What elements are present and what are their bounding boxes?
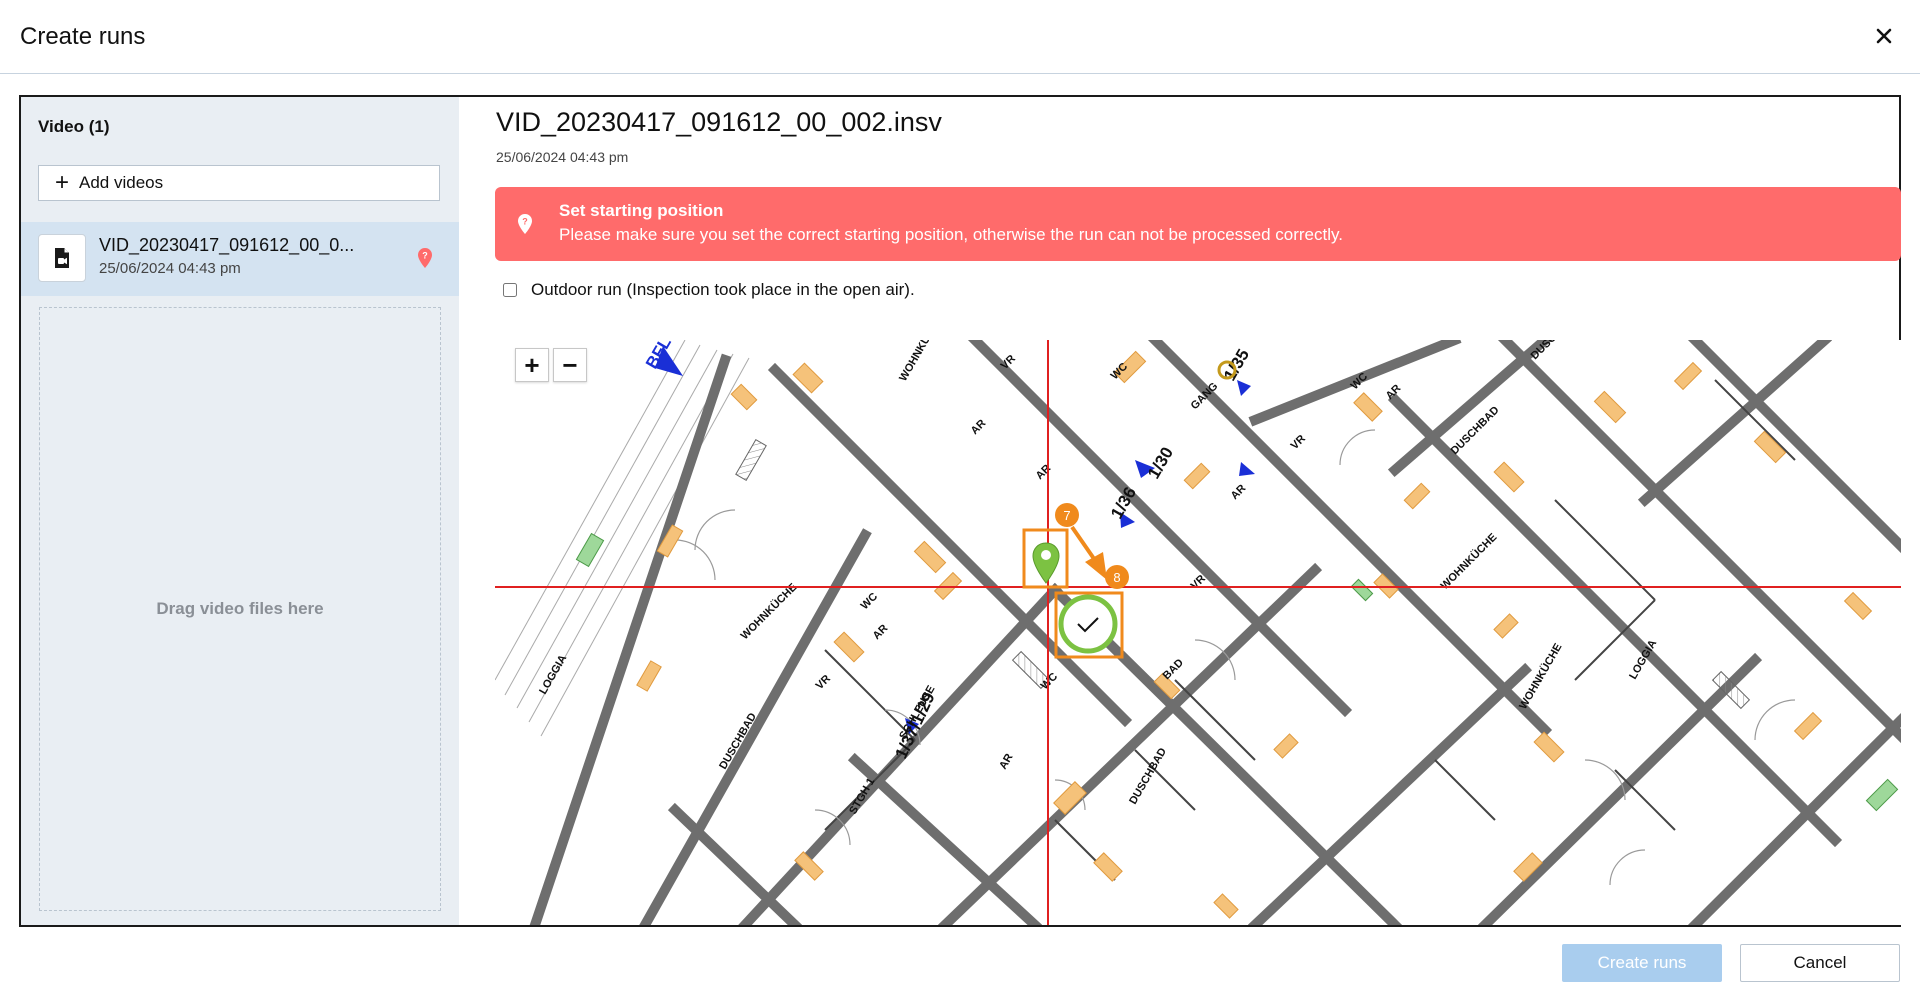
create-runs-button[interactable]: Create runs: [1562, 944, 1722, 982]
plus-icon: +: [55, 169, 70, 196]
dialog-title: Create runs: [20, 23, 146, 50]
dialog-header: Create runs: [0, 0, 1920, 74]
close-icon: [1876, 28, 1892, 44]
outdoor-run-option[interactable]: Outdoor run (Inspection took place in th…: [503, 280, 915, 300]
video-list-item[interactable]: VID_20230417_091612_00_0... 25/06/2024 0…: [21, 222, 459, 296]
add-videos-label: Add videos: [79, 173, 164, 192]
map-pin-warning-icon: ?: [417, 247, 433, 274]
file-date: 25/06/2024 04:43 pm: [496, 149, 629, 165]
starting-position-banner: ? Set starting position Please make sure…: [495, 187, 1901, 261]
close-button[interactable]: [1870, 22, 1898, 50]
video-name: VID_20230417_091612_00_0...: [99, 235, 355, 255]
video-date: 25/06/2024 04:43 pm: [99, 260, 241, 277]
file-title: VID_20230417_091612_00_002.insv: [496, 107, 942, 137]
zoom-out-button[interactable]: −: [553, 348, 587, 382]
confirm-position-button[interactable]: [1058, 594, 1120, 655]
banner-text: Please make sure you set the correct sta…: [559, 225, 1343, 244]
svg-text:?: ?: [422, 251, 428, 261]
map-pin-icon: ?: [517, 213, 533, 240]
zoom-in-button[interactable]: +: [515, 348, 549, 382]
step-badge-8: 8: [1105, 565, 1129, 589]
video-file-icon: [38, 234, 86, 282]
video-list-title: Video (1): [38, 117, 110, 136]
step-badge-7: 7: [1055, 503, 1079, 527]
floor-plan: WOHNKÜCHE WC AR VR WOHNKÜCHE AR VR WC GA…: [495, 340, 1901, 925]
svg-text:?: ?: [522, 217, 528, 227]
video-dropzone[interactable]: Drag video files here: [39, 307, 441, 911]
zoom-controls: + −: [515, 348, 587, 382]
starting-position-pin[interactable]: [1025, 531, 1067, 587]
video-sidebar: Video (1) + Add videos VID_20230417_0916…: [21, 97, 459, 925]
run-details: VID_20230417_091612_00_002.insv 25/06/20…: [459, 97, 1901, 925]
add-videos-button[interactable]: + Add videos: [38, 165, 440, 201]
cancel-button[interactable]: Cancel: [1740, 944, 1900, 982]
banner-title: Set starting position: [559, 201, 724, 220]
outdoor-run-label: Outdoor run (Inspection took place in th…: [531, 280, 915, 299]
dropzone-text: Drag video files here: [156, 599, 324, 618]
floor-plan-map[interactable]: WOHNKÜCHE WC AR VR WOHNKÜCHE AR VR WC GA…: [495, 340, 1901, 925]
outdoor-run-checkbox[interactable]: [503, 283, 517, 297]
run-setup-panel: Video (1) + Add videos VID_20230417_0916…: [19, 95, 1901, 927]
